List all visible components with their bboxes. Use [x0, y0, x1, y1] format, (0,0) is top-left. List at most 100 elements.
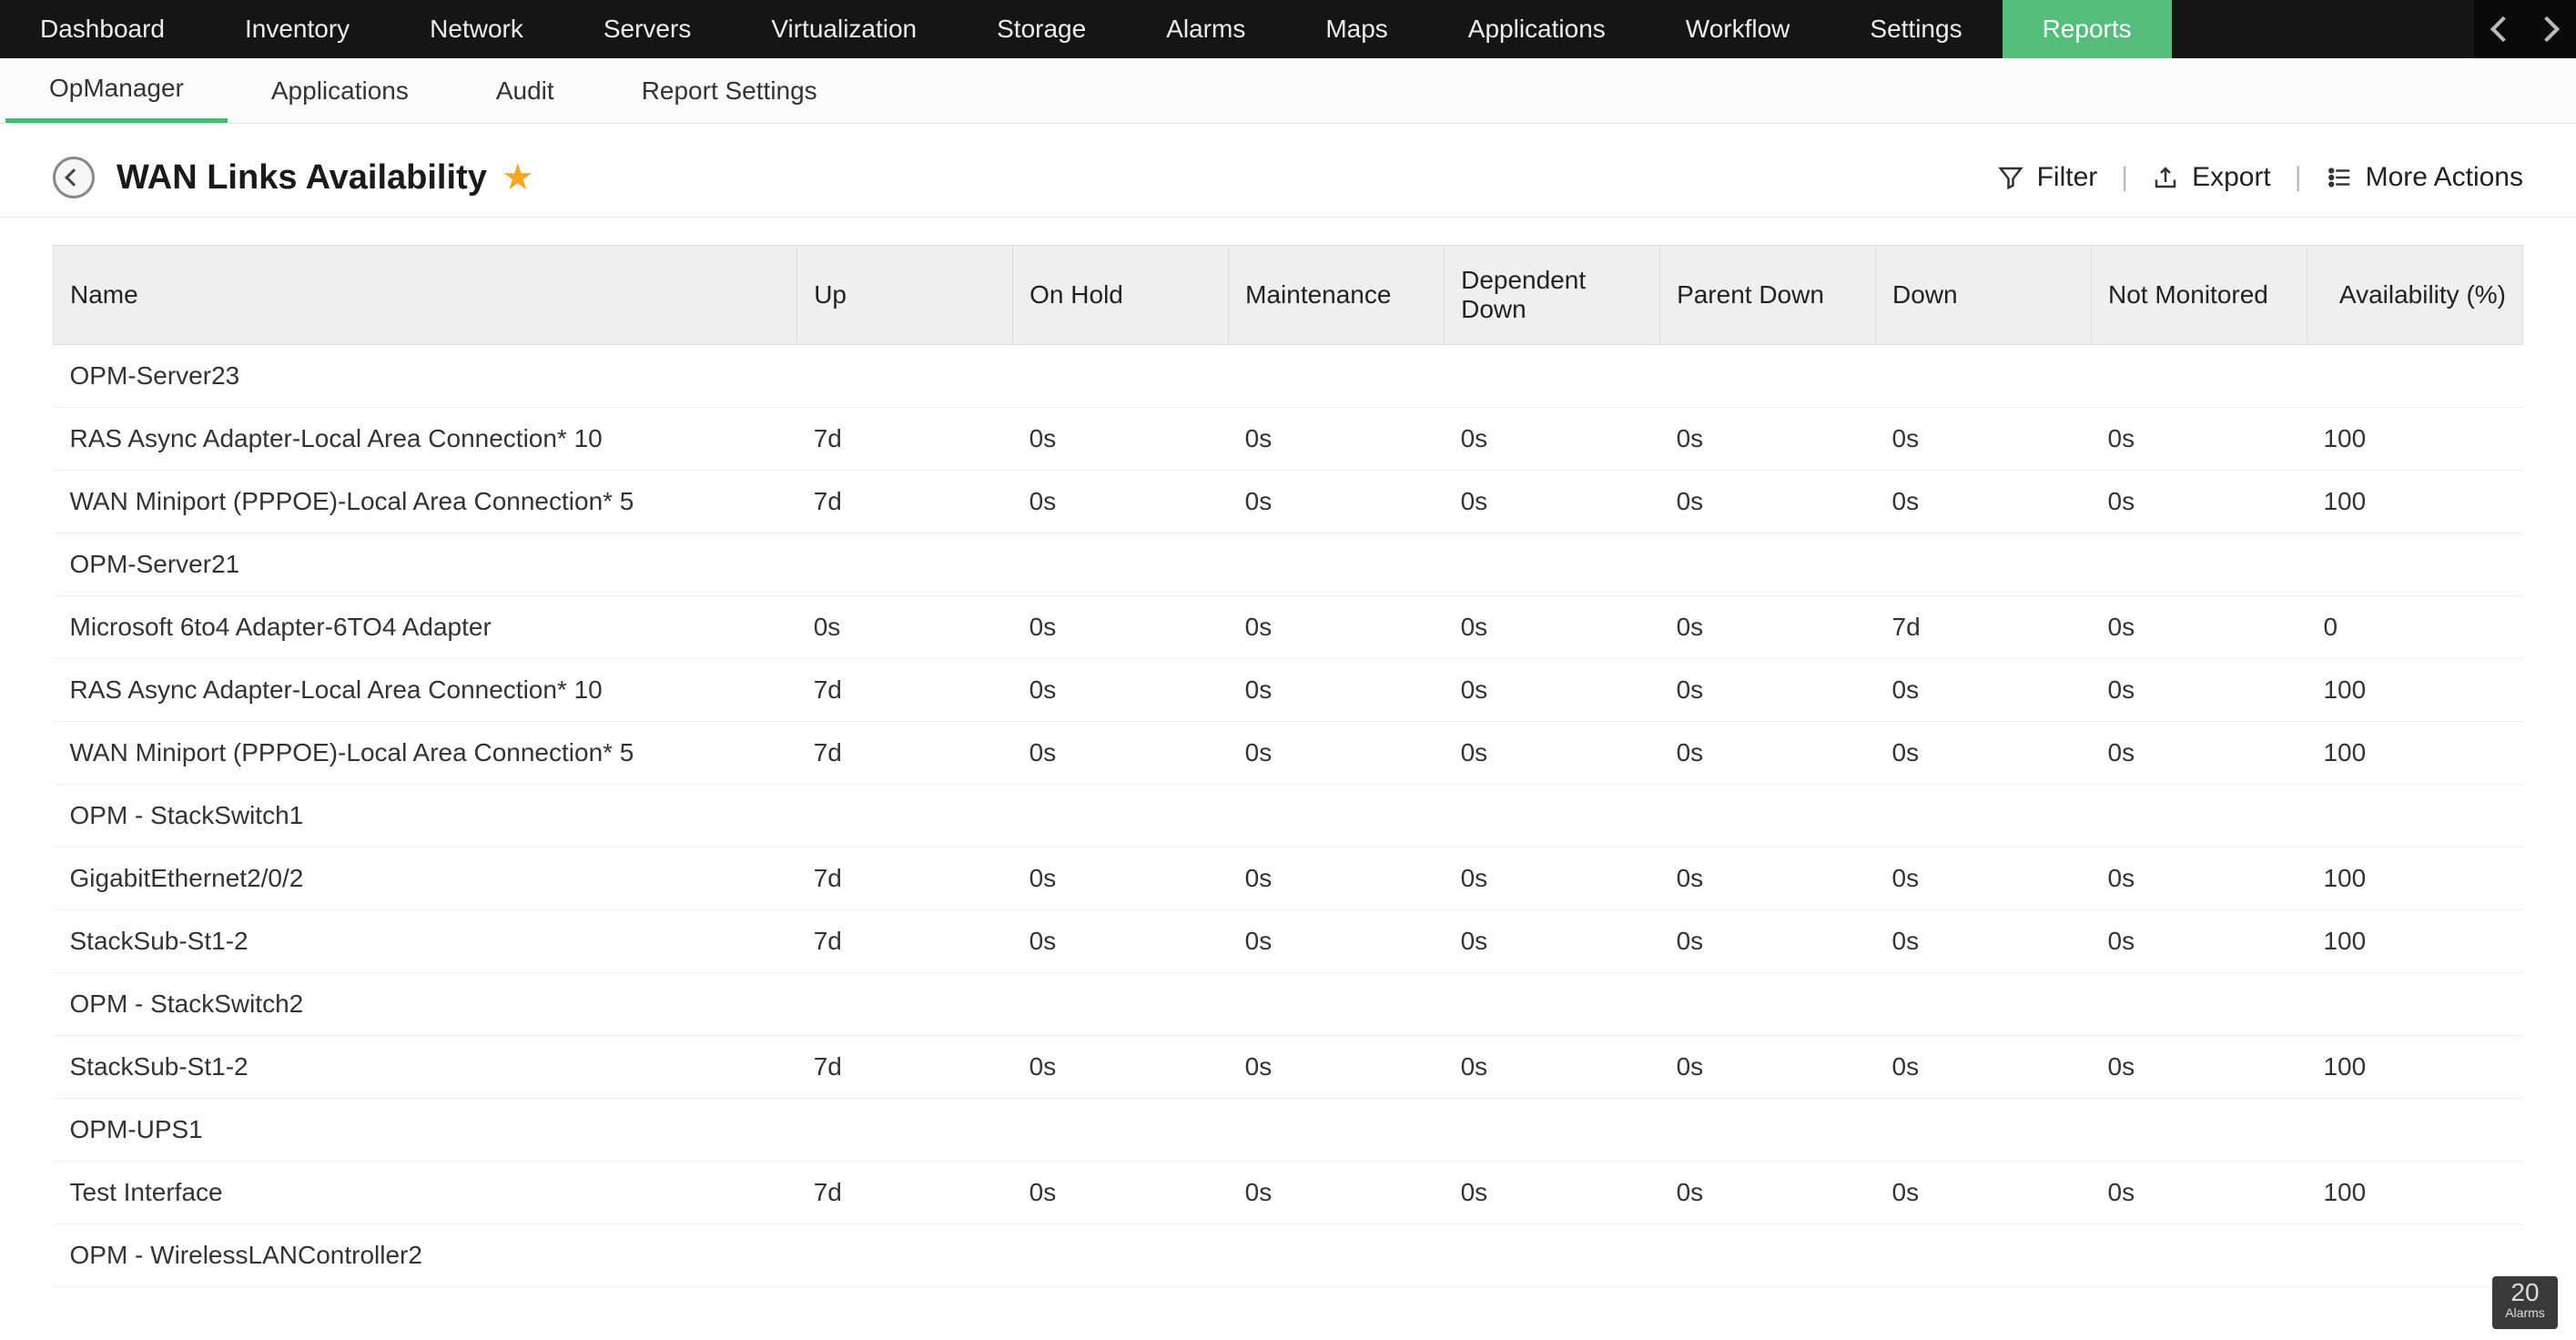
cell-dependent-down: 0s	[1445, 1036, 1660, 1099]
topnav-item-storage[interactable]: Storage	[957, 0, 1126, 58]
cell-availability: 100	[2307, 659, 2522, 722]
more-actions-button[interactable]: More Actions	[2326, 162, 2523, 193]
subnav-item-audit[interactable]: Audit	[452, 58, 598, 123]
cell-parent-down: 0s	[1660, 659, 1876, 722]
col-parent-down[interactable]: Parent Down	[1660, 246, 1876, 345]
topnav-item-alarms[interactable]: Alarms	[1126, 0, 1285, 58]
topnav-item-inventory[interactable]: Inventory	[205, 0, 390, 58]
alarms-count: 20	[2492, 1280, 2558, 1305]
col-name[interactable]: Name	[54, 246, 797, 345]
cell-up: 7d	[797, 1162, 1013, 1224]
cell-not-monitored: 0s	[2092, 659, 2307, 722]
cell-availability: 100	[2307, 848, 2522, 910]
table-group-row[interactable]: OPM-Server21	[54, 533, 2523, 596]
cell-up: 7d	[797, 659, 1013, 722]
topnav-item-virtualization[interactable]: Virtualization	[731, 0, 957, 58]
topnav-item-reports[interactable]: Reports	[2003, 0, 2172, 58]
report-table-wrapper: Name Up On Hold Maintenance Dependent Do…	[0, 218, 2576, 1287]
favorite-star-icon[interactable]: ★	[502, 159, 534, 196]
topnav-item-settings[interactable]: Settings	[1830, 0, 2002, 58]
back-button[interactable]	[53, 157, 95, 198]
cell-not-monitored: 0s	[2092, 910, 2307, 973]
topnav-item-applications[interactable]: Applications	[1428, 0, 1646, 58]
nav-spacer	[2172, 0, 2474, 58]
table-row[interactable]: RAS Async Adapter-Local Area Connection*…	[54, 408, 2523, 471]
cell-name: GigabitEthernet2/0/2	[54, 848, 797, 910]
table-row[interactable]: WAN Miniport (PPPOE)-Local Area Connecti…	[54, 722, 2523, 785]
table-group-row[interactable]: OPM-Server23	[54, 345, 2523, 408]
table-row[interactable]: StackSub-St1-27d0s0s0s0s0s0s100	[54, 1036, 2523, 1099]
subnav-item-opmanager[interactable]: OpManager	[5, 58, 228, 123]
cell-not-monitored: 0s	[2092, 408, 2307, 471]
filter-button[interactable]: Filter	[1997, 162, 2098, 193]
table-row[interactable]: GigabitEthernet2/0/27d0s0s0s0s0s0s100	[54, 848, 2523, 910]
subnav-item-report-settings[interactable]: Report Settings	[598, 58, 861, 123]
table-row[interactable]: StackSub-St1-27d0s0s0s0s0s0s100	[54, 910, 2523, 973]
cell-name: WAN Miniport (PPPOE)-Local Area Connecti…	[54, 722, 797, 785]
cell-maintenance: 0s	[1229, 471, 1445, 533]
cell-dependent-down: 0s	[1445, 910, 1660, 973]
alarms-widget[interactable]: 20 Alarms	[2492, 1276, 2558, 1329]
cell-not-monitored: 0s	[2092, 471, 2307, 533]
col-availability[interactable]: Availability (%)	[2307, 246, 2522, 345]
col-down[interactable]: Down	[1876, 246, 2092, 345]
table-group-name: OPM-Server23	[54, 345, 2523, 408]
export-button[interactable]: Export	[2152, 162, 2271, 193]
col-not-monitored[interactable]: Not Monitored	[2092, 246, 2307, 345]
topnav-item-maps[interactable]: Maps	[1285, 0, 1427, 58]
cell-dependent-down: 0s	[1445, 408, 1660, 471]
cell-dependent-down: 0s	[1445, 848, 1660, 910]
topnav-item-workflow[interactable]: Workflow	[1646, 0, 1831, 58]
cell-name: StackSub-St1-2	[54, 910, 797, 973]
table-group-row[interactable]: OPM - WirelessLANController2	[54, 1224, 2523, 1287]
cell-parent-down: 0s	[1660, 722, 1876, 785]
table-row[interactable]: RAS Async Adapter-Local Area Connection*…	[54, 659, 2523, 722]
cell-onhold: 0s	[1013, 910, 1229, 973]
topnav-item-network[interactable]: Network	[390, 0, 563, 58]
subnav-item-applications[interactable]: Applications	[228, 58, 452, 123]
cell-dependent-down: 0s	[1445, 471, 1660, 533]
table-row[interactable]: WAN Miniport (PPPOE)-Local Area Connecti…	[54, 471, 2523, 533]
cell-maintenance: 0s	[1229, 848, 1445, 910]
col-dep-down[interactable]: Dependent Down	[1445, 246, 1660, 345]
cell-name: StackSub-St1-2	[54, 1036, 797, 1099]
cell-down: 7d	[1876, 596, 2092, 659]
col-onhold[interactable]: On Hold	[1013, 246, 1229, 345]
cell-down: 0s	[1876, 659, 2092, 722]
cell-onhold: 0s	[1013, 1162, 1229, 1224]
cell-onhold: 0s	[1013, 722, 1229, 785]
cell-up: 7d	[797, 910, 1013, 973]
cell-not-monitored: 0s	[2092, 848, 2307, 910]
cell-name: WAN Miniport (PPPOE)-Local Area Connecti…	[54, 471, 797, 533]
cell-dependent-down: 0s	[1445, 659, 1660, 722]
table-group-row[interactable]: OPM - StackSwitch2	[54, 973, 2523, 1036]
table-group-name: OPM-Server21	[54, 533, 2523, 596]
topnav-item-servers[interactable]: Servers	[563, 0, 731, 58]
table-group-name: OPM - StackSwitch2	[54, 973, 2523, 1036]
cell-dependent-down: 0s	[1445, 722, 1660, 785]
nav-scroll-right-icon[interactable]	[2534, 16, 2560, 42]
cell-name: RAS Async Adapter-Local Area Connection*…	[54, 659, 797, 722]
table-row[interactable]: Test Interface7d0s0s0s0s0s0s100	[54, 1162, 2523, 1224]
export-label: Export	[2192, 162, 2271, 193]
cell-up: 7d	[797, 848, 1013, 910]
table-row[interactable]: Microsoft 6to4 Adapter-6TO4 Adapter0s0s0…	[54, 596, 2523, 659]
table-group-row[interactable]: OPM-UPS1	[54, 1099, 2523, 1162]
col-up[interactable]: Up	[797, 246, 1013, 345]
cell-onhold: 0s	[1013, 659, 1229, 722]
cell-availability: 0	[2307, 596, 2522, 659]
cell-down: 0s	[1876, 1162, 2092, 1224]
cell-parent-down: 0s	[1660, 910, 1876, 973]
cell-maintenance: 0s	[1229, 596, 1445, 659]
cell-name: RAS Async Adapter-Local Area Connection*…	[54, 408, 797, 471]
cell-availability: 100	[2307, 408, 2522, 471]
col-maintenance[interactable]: Maintenance	[1229, 246, 1445, 345]
nav-scroll-left-icon[interactable]	[2490, 16, 2516, 42]
cell-not-monitored: 0s	[2092, 1162, 2307, 1224]
cell-parent-down: 0s	[1660, 408, 1876, 471]
table-group-name: OPM - WirelessLANController2	[54, 1224, 2523, 1287]
topnav-item-dashboard[interactable]: Dashboard	[0, 0, 205, 58]
table-group-row[interactable]: OPM - StackSwitch1	[54, 785, 2523, 848]
cell-up: 7d	[797, 471, 1013, 533]
cell-up: 7d	[797, 1036, 1013, 1099]
